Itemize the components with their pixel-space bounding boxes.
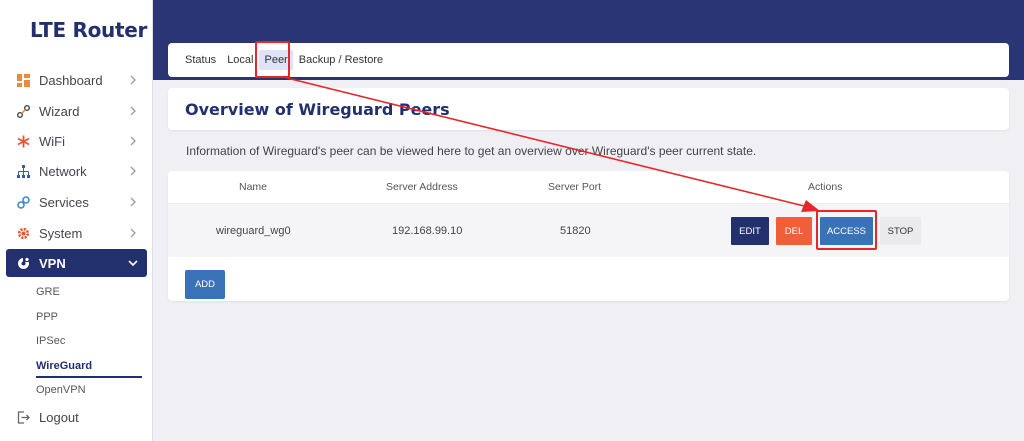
sidebar-subitem-ipsec[interactable]: IPSec [36,335,65,347]
sidebar-item-label: Services [39,194,89,210]
sidebar-item-network[interactable]: Network [6,157,147,185]
active-underline [36,376,142,378]
tab-bar: Status Local Peer Backup / Restore [168,43,1009,77]
delete-button[interactable]: DEL [776,217,812,245]
column-header-address: Server Address [386,181,458,193]
peer-highlight-box [255,41,290,78]
sidebar-subitem-openvpn[interactable]: OpenVPN [36,384,86,396]
chevron-right-icon [130,166,136,176]
chevron-right-icon [130,136,136,146]
tab-status[interactable]: Status [185,54,216,66]
cell-port: 51820 [560,225,591,237]
sidebar-item-wifi[interactable]: WiFi [6,127,147,155]
wizard-icon [16,104,30,118]
column-header-actions: Actions [808,181,843,193]
chevron-right-icon [130,228,136,238]
edit-button[interactable]: EDIT [731,217,769,245]
sidebar-item-label: Dashboard [39,72,103,88]
sidebar-item-label: System [39,225,83,241]
sidebar-item-wizard[interactable]: Wizard [6,97,147,125]
logout-label: Logout [39,409,79,425]
add-button[interactable]: ADD [185,270,225,299]
chevron-right-icon [130,197,136,207]
tab-local[interactable]: Local [227,54,253,66]
title-card: Overview of Wireguard Peers [168,88,1009,130]
sidebar-item-label: VPN [39,255,66,271]
chevron-right-icon [130,75,136,85]
page-title: Overview of Wireguard Peers [185,99,450,119]
network-icon [16,164,30,178]
chevron-down-icon [128,260,138,267]
sidebar-item-label: WiFi [39,133,65,149]
info-text: Information of Wireguard's peer can be v… [186,144,757,158]
dashboard-icon [16,73,30,87]
cell-name: wireguard_wg0 [216,225,291,237]
column-header-port: Server Port [548,181,602,193]
gear-icon [16,226,30,240]
column-header-name: Name [239,181,268,193]
sidebar-item-system[interactable]: System [6,219,147,247]
wifi-icon [16,134,30,148]
cell-address: 192.168.99.10 [392,225,463,237]
chevron-right-icon [130,106,136,116]
services-icon [16,195,30,209]
sidebar-item-vpn[interactable]: VPN [6,249,147,277]
access-highlight-box [816,210,877,250]
logout-icon [16,410,30,424]
tab-backup-restore[interactable]: Backup / Restore [299,54,383,66]
sidebar-subitem-ppp[interactable]: PPP [36,311,58,323]
logout-button[interactable]: Logout [6,403,147,431]
sidebar-subitem-gre[interactable]: GRE [36,286,60,298]
sidebar-subitem-wireguard[interactable]: WireGuard [36,360,92,372]
sidebar-item-label: Wizard [39,103,80,119]
top-bar [153,0,1024,37]
sidebar-item-label: Network [39,163,87,179]
sidebar-item-dashboard[interactable]: Dashboard [6,66,147,94]
brand-logo: LTE Router [30,18,148,42]
stop-button[interactable]: STOP [880,217,921,245]
sidebar-item-services[interactable]: Services [6,188,147,216]
sidebar: LTE Router Dashboard Wizard WiFi Network… [0,0,153,441]
vpn-icon [16,256,30,270]
